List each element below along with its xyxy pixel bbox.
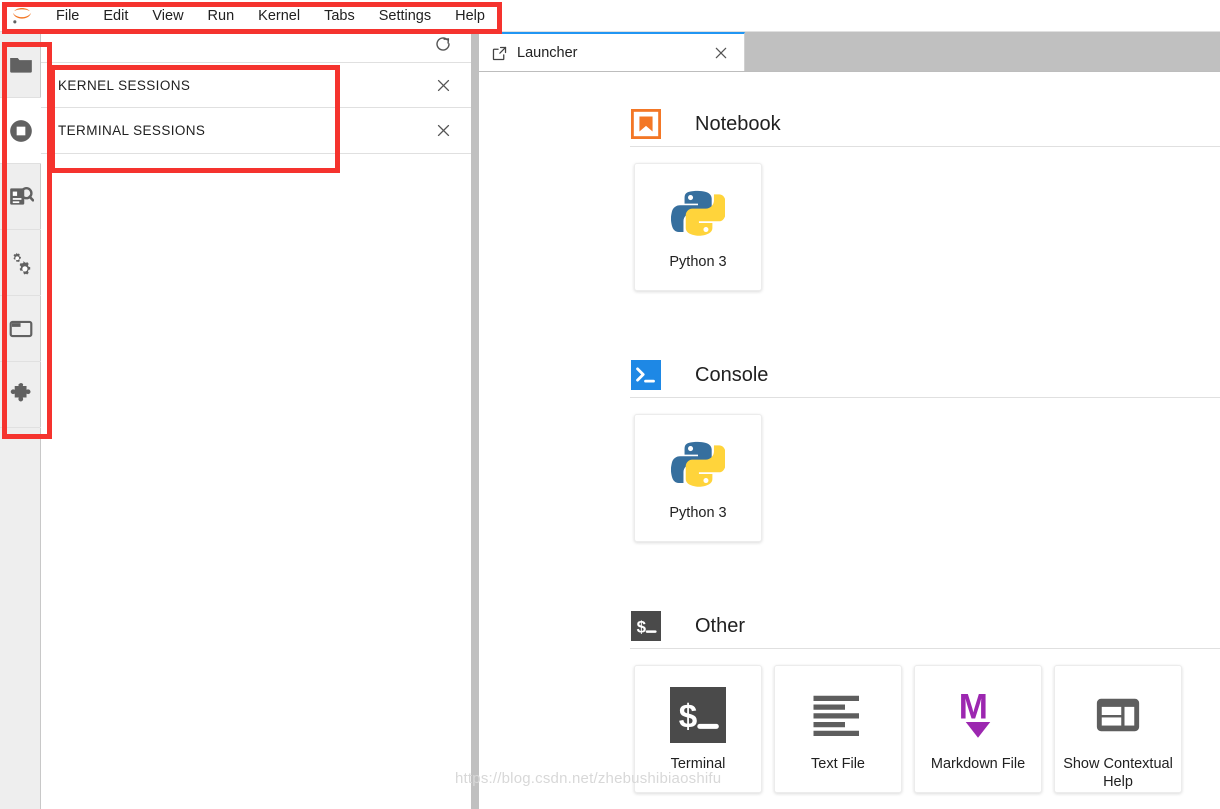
refresh-icon	[434, 35, 452, 58]
notebook-section-header: Notebook	[479, 102, 1220, 146]
launcher-card-label: Text File	[811, 756, 865, 772]
launcher-card-label: Terminal	[670, 756, 726, 772]
section-terminal-sessions[interactable]: TERMINAL SESSIONS	[41, 108, 471, 154]
running-sessions-panel: KERNEL SESSIONS TERMINAL SESSIONS	[41, 32, 471, 809]
jupyter-logo-icon	[0, 0, 44, 32]
close-kernel-sessions-button[interactable]	[431, 73, 455, 97]
svg-text:M: M	[959, 688, 988, 727]
sidebar-item-property-inspector[interactable]	[0, 230, 41, 296]
markdown-m-icon: M	[949, 686, 1007, 744]
close-icon	[437, 79, 449, 91]
launcher-card-terminal[interactable]: $ Terminal	[634, 665, 762, 793]
launcher-card-notebook-python3[interactable]: Python 3	[634, 163, 762, 291]
menu-bar: File Edit View Run Kernel Tabs Settings …	[0, 0, 1220, 32]
launcher-section-console: Console Python 3	[479, 353, 1220, 542]
other-card-list: $ Terminal Text File M Markdown File Sho…	[479, 649, 1220, 793]
jupyterlab-window: File Edit View Run Kernel Tabs Settings …	[0, 0, 1220, 809]
terminal-dollar-icon: $	[669, 686, 727, 744]
launcher-card-text-file[interactable]: Text File	[774, 665, 902, 793]
launcher-card-console-python3[interactable]: Python 3	[634, 414, 762, 542]
sidebar-item-open-tabs[interactable]	[0, 296, 41, 362]
tab-window-icon	[8, 316, 34, 342]
close-icon	[715, 47, 727, 59]
menu-item-run[interactable]: Run	[196, 3, 247, 29]
console-prompt-icon	[630, 359, 662, 391]
other-section-title: Other	[695, 614, 746, 637]
launcher-card-show-contextual-help[interactable]: Show Contextual Help	[1054, 665, 1182, 793]
notebook-bookmark-icon	[630, 108, 662, 140]
menu-item-view[interactable]: View	[140, 3, 195, 29]
tab-launcher[interactable]: Launcher	[479, 32, 745, 72]
other-section-header: $ Other	[479, 604, 1220, 648]
tab-launcher-label: Launcher	[517, 45, 578, 61]
python-logo-icon	[669, 435, 727, 493]
menu-item-edit[interactable]: Edit	[91, 3, 140, 29]
activity-bar	[0, 32, 41, 809]
console-section-title: Console	[695, 363, 769, 386]
sidebar-item-extension-manager[interactable]	[0, 362, 41, 428]
refresh-button[interactable]	[431, 35, 455, 59]
close-terminal-sessions-button[interactable]	[431, 119, 455, 143]
launcher-card-label: Markdown File	[930, 756, 1026, 772]
menu-item-settings[interactable]: Settings	[367, 3, 443, 29]
command-palette-icon	[8, 184, 34, 210]
console-section-header: Console	[479, 353, 1220, 397]
section-kernel-sessions[interactable]: KERNEL SESSIONS	[41, 62, 471, 108]
notebook-card-list: Python 3	[479, 147, 1220, 291]
sidebar-item-file-browser[interactable]	[0, 32, 41, 98]
menu-item-help[interactable]: Help	[443, 3, 497, 29]
launcher-section-notebook: Notebook Python 3	[479, 102, 1220, 291]
gears-icon	[8, 250, 34, 276]
menu-item-list: File Edit View Run Kernel Tabs Settings …	[44, 3, 497, 29]
launcher-card-markdown-file[interactable]: M Markdown File	[914, 665, 1042, 793]
close-icon	[437, 124, 449, 137]
svg-text:$: $	[637, 618, 647, 637]
terminal-sessions-label: TERMINAL SESSIONS	[58, 123, 206, 138]
running-panel-toolbar	[41, 32, 471, 62]
notebook-section-title: Notebook	[695, 112, 781, 135]
svg-text:$: $	[679, 698, 698, 735]
main-tab-bar: Launcher	[479, 32, 1220, 72]
launcher-panel: Notebook Python 3 Console Python 3 $ Oth…	[479, 72, 1220, 809]
sidebar-item-command-palette[interactable]	[0, 164, 41, 230]
terminal-dollar-icon: $	[630, 610, 662, 642]
launcher-card-label: Show Contextual Help	[1063, 756, 1173, 790]
menu-item-tabs[interactable]: Tabs	[312, 3, 367, 29]
contextual-help-icon	[1089, 686, 1147, 744]
puzzle-icon	[8, 382, 34, 408]
kernel-sessions-label: KERNEL SESSIONS	[58, 77, 191, 93]
python-logo-icon	[669, 184, 727, 242]
menu-item-file[interactable]: File	[44, 3, 91, 29]
console-card-list: Python 3	[479, 398, 1220, 542]
text-lines-icon	[809, 686, 867, 744]
launcher-card-label: Python 3	[669, 505, 727, 521]
tab-launcher-close-button[interactable]	[712, 44, 730, 62]
launcher-card-label: Python 3	[669, 254, 727, 270]
folder-icon	[8, 52, 34, 78]
running-stop-icon	[8, 118, 34, 144]
main-dock-area: Launcher Notebook Python 3 Console Pytho…	[479, 32, 1220, 809]
sidebar-item-running-terminals[interactable]	[0, 98, 41, 164]
panel-resize-handle[interactable]	[471, 32, 479, 809]
menu-item-kernel[interactable]: Kernel	[246, 3, 312, 29]
launcher-section-other: $ Other $ Terminal Text File M Markdown …	[479, 604, 1220, 793]
launcher-icon	[491, 45, 508, 62]
